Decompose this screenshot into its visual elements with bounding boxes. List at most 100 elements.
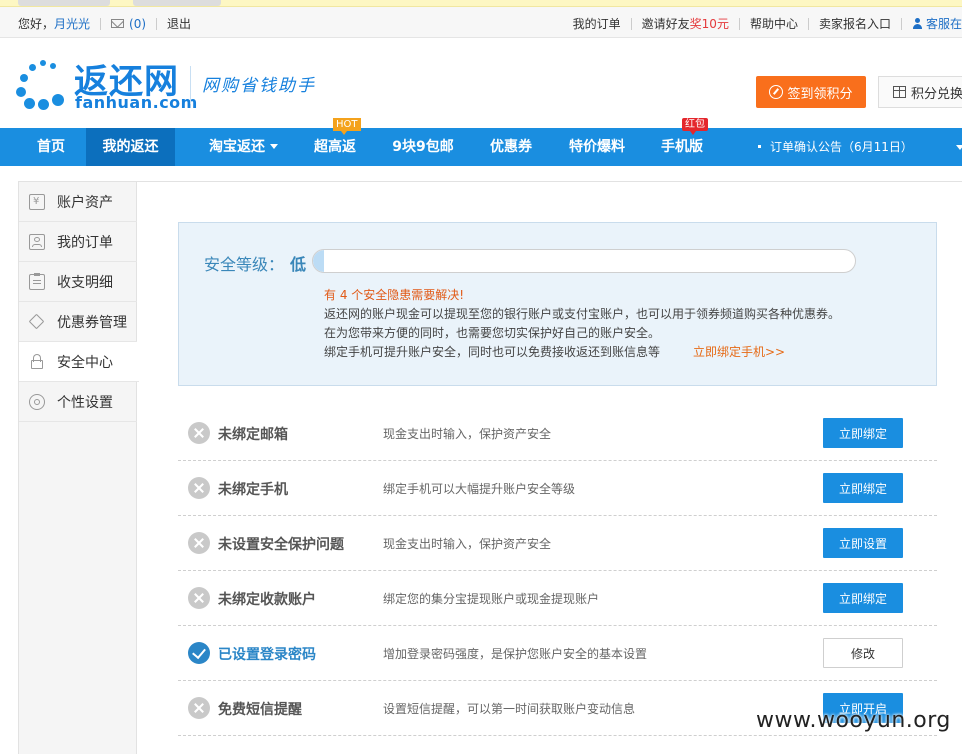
nav-item-coupons[interactable]: 优惠券 xyxy=(478,128,544,166)
sidebar-item-account-assets[interactable]: ¥ 账户资产 xyxy=(19,182,137,222)
yen-icon: ¥ xyxy=(29,193,45,210)
bind-account-button[interactable]: 立即绑定 xyxy=(823,583,903,613)
modify-password-button[interactable]: 修改 xyxy=(823,638,903,668)
nav-item-deals[interactable]: 特价爆料 xyxy=(556,128,638,166)
close-circle-icon xyxy=(188,477,210,499)
invite-label: 邀请好友 xyxy=(641,17,690,31)
header: 返还网 fanhuan.com 网购省钱助手 签到领积分 积分兑换 xyxy=(0,38,962,128)
help-center-link[interactable]: 帮助中心 xyxy=(750,15,798,32)
check-circle-icon xyxy=(188,642,210,664)
seller-signup-link[interactable]: 卖家报名入口 xyxy=(819,15,891,32)
red-packet-badge: 红包 xyxy=(682,118,708,135)
close-circle-icon xyxy=(188,587,210,609)
security-info-line: 在为您带来方便的同时，也需要您切实保护好自己的账户安全。 xyxy=(324,326,661,340)
row-description: 增加登录密码强度，是保护您账户安全的基本设置 xyxy=(383,647,648,661)
row-title: 免费短信提醒 xyxy=(218,702,302,718)
security-row-login-password: 已设置登录密码 增加登录密码强度，是保护您账户安全的基本设置 修改 xyxy=(178,626,937,681)
security-summary-panel: 安全等级： 低 有 4 个安全隐患需要解决! 返还网的账户现金可以提现至您的银行… xyxy=(178,222,937,386)
logo-divider xyxy=(190,66,191,104)
close-circle-icon xyxy=(188,697,210,719)
row-title: 未绑定收款账户 xyxy=(218,592,316,608)
slogan: 网购省钱助手 xyxy=(202,76,316,96)
bind-email-button[interactable]: 立即绑定 xyxy=(823,418,903,448)
security-level-fill xyxy=(313,250,324,272)
mail-count: (0) xyxy=(129,16,147,31)
sidebar-item-coupon-management[interactable]: 优惠券管理 xyxy=(19,302,137,342)
divider xyxy=(100,17,102,30)
divider xyxy=(137,181,962,182)
bind-phone-button[interactable]: 立即绑定 xyxy=(823,473,903,503)
logo-dots-icon[interactable] xyxy=(16,58,72,110)
divider xyxy=(630,17,632,30)
set-question-button[interactable]: 立即设置 xyxy=(823,528,903,558)
invite-reward: 奖10元 xyxy=(689,17,729,31)
security-level-bar xyxy=(312,249,856,273)
order-icon xyxy=(29,233,45,250)
security-warning: 有 4 个安全隐患需要解决! xyxy=(324,288,465,302)
pen-icon xyxy=(769,85,784,99)
security-info-line: 绑定手机可提升账户安全，同时也可以免费接收返还到账信息等 xyxy=(324,345,661,359)
security-row-payout-account: 未绑定收款账户 绑定您的集分宝提现账户或现金提现账户 立即绑定 xyxy=(178,571,937,626)
sidebar: ¥ 账户资产 我的订单 收支明细 优惠券管理 安全中心 个性设置 xyxy=(18,181,139,754)
my-orders-link[interactable]: 我的订单 xyxy=(573,15,621,32)
sidebar-item-label: 个性设置 xyxy=(57,394,113,411)
points-exchange-button[interactable]: 积分兑换 xyxy=(878,76,962,108)
person-icon xyxy=(912,18,923,29)
exchange-label: 积分兑换 xyxy=(911,86,962,102)
divider xyxy=(156,17,158,30)
row-description: 现金支出时输入，保护资产安全 xyxy=(383,427,552,441)
notice-link[interactable]: 订单确认公告（6月11日） xyxy=(758,128,913,166)
row-title: 未设置安全保护问题 xyxy=(218,537,344,553)
username-link[interactable]: 月光光 xyxy=(54,15,90,32)
sidebar-item-my-orders[interactable]: 我的订单 xyxy=(19,222,137,262)
nav-item-home[interactable]: 首页 xyxy=(20,128,82,166)
security-row-question: 未设置安全保护问题 现金支出时输入，保护资产安全 立即设置 xyxy=(178,516,937,571)
divider xyxy=(900,17,902,30)
sidebar-item-label: 优惠券管理 xyxy=(57,314,127,331)
nav-item-my-rebate[interactable]: 我的返还 xyxy=(86,128,175,166)
divider xyxy=(738,17,740,30)
security-level-value: 低 xyxy=(290,255,307,274)
row-description: 绑定您的集分宝提现账户或现金提现账户 xyxy=(383,592,600,606)
chevron-down-icon xyxy=(270,144,278,149)
sidebar-item-security-center[interactable]: 安全中心 xyxy=(19,342,139,382)
security-level-label: 安全等级： xyxy=(204,255,285,274)
nav-item-taobao-rebate[interactable]: 淘宝返还 xyxy=(196,128,291,166)
sidebar-item-personal-settings[interactable]: 个性设置 xyxy=(19,382,137,422)
divider xyxy=(807,17,809,30)
nav-item-mobile[interactable]: 手机版 xyxy=(650,128,714,166)
close-circle-icon xyxy=(188,532,210,554)
chevron-down-icon[interactable] xyxy=(956,145,962,150)
invite-link[interactable]: 邀请好友奖10元 xyxy=(642,15,729,32)
tag-icon xyxy=(28,313,45,330)
clipboard-icon xyxy=(29,272,45,290)
customer-service-link[interactable]: 客服在 xyxy=(912,15,962,32)
row-description: 绑定手机可以大幅提升账户安全等级 xyxy=(383,482,576,496)
gear-icon xyxy=(29,393,45,410)
mail-icon xyxy=(111,19,125,28)
row-title: 未绑定邮箱 xyxy=(218,427,288,443)
signin-points-button[interactable]: 签到领积分 xyxy=(756,76,866,108)
nav-item-9-9[interactable]: 9块9包邮 xyxy=(380,128,466,166)
row-title: 已设置登录密码 xyxy=(218,647,316,663)
security-info-line: 返还网的账户现金可以提现至您的银行账户或支付宝账户，也可以用于领券频道购买各种优… xyxy=(324,307,841,321)
security-row-email: 未绑定邮箱 现金支出时输入，保护资产安全 立即绑定 xyxy=(178,406,937,461)
watermark: www.wooyun.org xyxy=(756,708,951,733)
lock-icon xyxy=(29,353,45,370)
sidebar-item-label: 账户资产 xyxy=(57,194,113,211)
hot-badge: HOT xyxy=(333,118,361,135)
row-title: 未绑定手机 xyxy=(218,482,288,498)
mail-link[interactable]: (0) xyxy=(111,17,146,31)
greeting-text: 您好， xyxy=(18,17,55,31)
main-nav: 首页 我的返还 淘宝返还 超高返 9块9包邮 优惠券 特价爆料 手机版 订单确认… xyxy=(0,128,962,166)
logout-link[interactable]: 退出 xyxy=(167,15,191,32)
sidebar-item-income-expense[interactable]: 收支明细 xyxy=(19,262,137,302)
security-row-phone: 未绑定手机 绑定手机可以大幅提升账户安全等级 立即绑定 xyxy=(178,461,937,516)
row-description: 设置短信提醒，可以第一时间获取账户变动信息 xyxy=(383,702,636,716)
close-circle-icon xyxy=(188,422,210,444)
sidebar-item-label: 安全中心 xyxy=(57,354,113,371)
bind-phone-link[interactable]: 立即绑定手机>> xyxy=(693,343,785,360)
nav-item-super-rebate[interactable]: 超高返 xyxy=(302,128,368,166)
logo-domain[interactable]: fanhuan.com xyxy=(75,93,198,112)
gift-icon xyxy=(893,86,906,98)
